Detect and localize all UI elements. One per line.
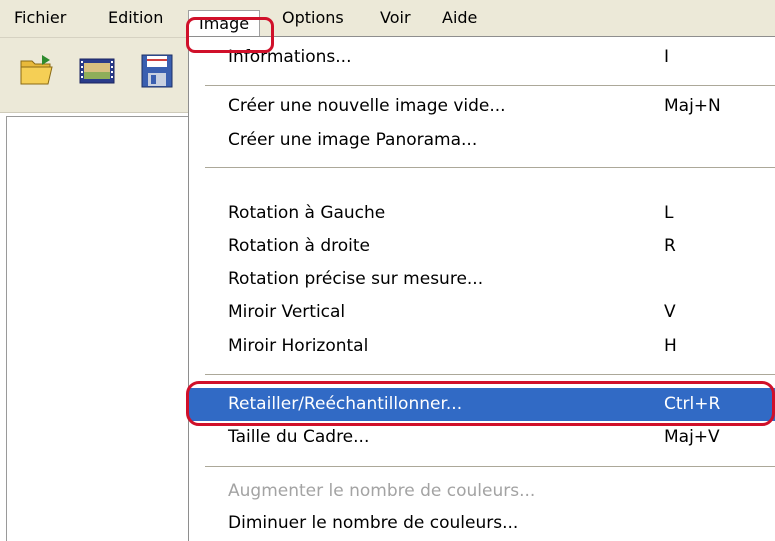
menu-item-panorama[interactable]: Créer une image Panorama... [211, 124, 771, 157]
menu-item-shortcut: V [664, 302, 676, 322]
menu-separator [205, 374, 775, 375]
menu-item-shortcut: Ctrl+R [664, 394, 721, 414]
menu-item-nouvelle-image[interactable]: Créer une nouvelle image vide... Maj+N [211, 90, 771, 123]
menu-edition[interactable]: Edition [102, 4, 169, 32]
menu-item-label: Rotation précise sur mesure... [228, 269, 484, 289]
menu-item-shortcut: L [664, 203, 674, 223]
menu-image[interactable]: Image [188, 10, 261, 37]
menu-item-label: Créer une nouvelle image vide... [228, 96, 506, 116]
menu-item-shortcut: R [664, 236, 676, 256]
menu-item-augmenter-couleurs: Augmenter le nombre de couleurs... [211, 475, 771, 508]
menu-item-label: Informations... [228, 47, 352, 67]
menu-item-diminuer-couleurs[interactable]: Diminuer le nombre de couleurs... [211, 507, 771, 540]
menu-options[interactable]: Options [276, 4, 350, 32]
menu-item-rotation-gauche[interactable]: Rotation à Gauche L [211, 197, 771, 230]
menu-item-label: Miroir Horizontal [228, 336, 369, 356]
menu-separator [205, 85, 775, 86]
app-window: Fichier Edition Image Options Voir Aide [0, 0, 775, 541]
menu-item-informations[interactable]: Informations... I [211, 41, 771, 74]
menu-item-label: Retailler/Reéchantillonner... [228, 394, 463, 414]
menu-bar: Fichier Edition Image Options Voir Aide [0, 0, 775, 38]
menu-voir[interactable]: Voir [374, 4, 417, 32]
menu-item-label: Miroir Vertical [228, 302, 346, 322]
menu-separator [205, 167, 775, 168]
save-icon[interactable] [138, 52, 176, 90]
menu-item-taille-cadre[interactable]: Taille du Cadre... Maj+V [211, 421, 771, 454]
menu-separator [205, 466, 775, 467]
toolbar [0, 38, 220, 113]
menu-item-label: Diminuer le nombre de couleurs... [228, 513, 519, 533]
menu-item-retailler[interactable]: Retailler/Reéchantillonner... Ctrl+R [189, 388, 775, 421]
menu-fichier[interactable]: Fichier [8, 4, 72, 32]
menu-item-rotation-precise[interactable]: Rotation précise sur mesure... [211, 263, 771, 296]
menu-item-label: Créer une image Panorama... [228, 130, 478, 150]
menu-item-label: Rotation à droite [228, 236, 370, 256]
menu-item-label: Augmenter le nombre de couleurs... [228, 481, 536, 501]
menu-item-rotation-droite[interactable]: Rotation à droite R [211, 230, 771, 263]
menu-item-miroir-vertical[interactable]: Miroir Vertical V [211, 296, 771, 329]
file-browser-panel[interactable] [6, 116, 218, 541]
menu-item-shortcut: Maj+V [664, 427, 720, 447]
image-menu-dropdown: Informations... I Créer une nouvelle ima… [188, 36, 775, 541]
menu-item-shortcut: H [664, 336, 677, 356]
menu-item-label: Taille du Cadre... [228, 427, 370, 447]
menu-item-miroir-horizontal[interactable]: Miroir Horizontal H [211, 330, 771, 363]
menu-item-shortcut: I [664, 47, 670, 67]
slideshow-icon[interactable] [78, 52, 116, 90]
menu-item-shortcut: Maj+N [664, 96, 721, 116]
open-folder-icon[interactable] [18, 52, 56, 90]
menu-aide[interactable]: Aide [436, 4, 483, 32]
menu-item-label: Rotation à Gauche [228, 203, 386, 223]
